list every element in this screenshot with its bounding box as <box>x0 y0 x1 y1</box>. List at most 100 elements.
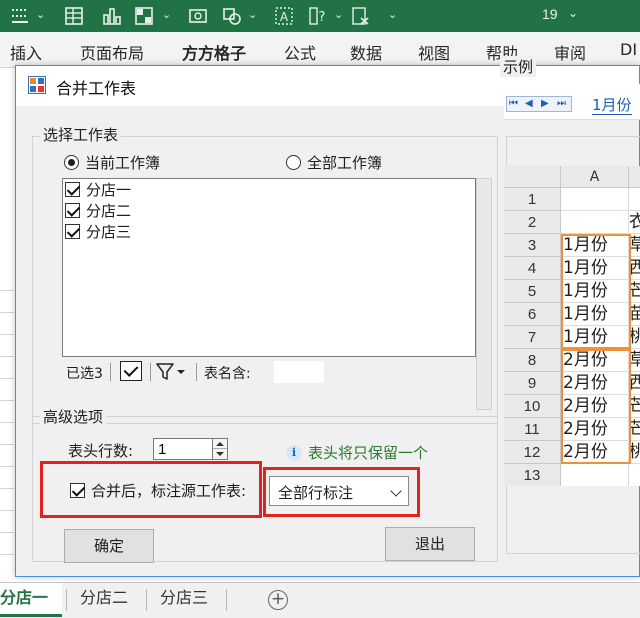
tab-page-layout[interactable]: 页面布局 <box>80 40 144 64</box>
header-info-text: 表头将只保留一个 <box>308 444 429 462</box>
sheet-checkbox[interactable] <box>65 223 80 239</box>
row-number: 8 <box>504 349 561 372</box>
example-cell-a <box>561 464 629 486</box>
shapes-icon[interactable] <box>222 6 242 26</box>
name-contains-label: 表名含: <box>204 366 251 382</box>
spin-down-icon[interactable] <box>213 449 227 459</box>
row-number: 3 <box>504 234 561 257</box>
chevron-down-icon[interactable]: ⌄ <box>162 8 171 21</box>
filter-icon[interactable] <box>154 361 188 383</box>
tab-view[interactable]: 视图 <box>418 40 450 64</box>
sheet-tab-store-3[interactable]: 分店三 <box>146 583 222 617</box>
example-sheet-nav: ⏮ ◀ ▶ ⏭ 1月份 <box>504 84 640 120</box>
svg-text:?: ? <box>319 10 326 25</box>
tab-insert[interactable]: 插入 <box>10 40 42 64</box>
grid-fill-icon[interactable] <box>134 6 154 26</box>
toolbar-separator <box>110 363 111 381</box>
example-grid: A 12衣31月份草41月份西51月份芒61月份苗71月份桃82月份草92月份西… <box>504 166 640 486</box>
bar-chart-icon[interactable] <box>102 6 122 26</box>
next-sheet-icon: ▶ <box>541 98 549 109</box>
customize-toolbar-icon[interactable]: ⌄ <box>388 8 397 21</box>
sheet-list-scrollbar[interactable] <box>476 178 492 410</box>
last-sheet-icon: ⏭ <box>557 98 566 109</box>
header-rows-stepper <box>213 438 228 460</box>
radio-current-label: 当前工作簿 <box>85 154 161 172</box>
sheet-checkbox[interactable] <box>65 181 80 197</box>
advanced-options-label: 高级选项 <box>40 406 107 427</box>
chevron-down-icon[interactable]: ⌄ <box>568 6 578 20</box>
chevron-down-icon[interactable]: ⌄ <box>248 8 257 21</box>
list-item[interactable]: 分店一 <box>65 179 131 199</box>
chevron-down-icon <box>390 485 402 497</box>
example-sheet-tab: 1月份 <box>592 96 632 115</box>
list-item[interactable]: 分店三 <box>65 221 131 241</box>
row-number: 1 <box>504 188 561 211</box>
example-cell-a <box>561 211 629 234</box>
sheet-name: 分店二 <box>86 201 132 220</box>
month-group-highlight <box>561 349 631 464</box>
table-icon[interactable] <box>64 6 84 26</box>
month-group-highlight <box>561 234 631 349</box>
mark-mode-value: 全部行标注 <box>278 484 354 502</box>
radio-all-workbooks[interactable]: 全部工作簿 <box>286 152 382 173</box>
tab-review[interactable]: 审阅 <box>554 40 586 64</box>
row-number: 7 <box>504 326 561 349</box>
svg-text:A: A <box>280 10 289 24</box>
sheet-list[interactable]: 分店一 分店二 分店三 <box>62 178 476 357</box>
row-number: 12 <box>504 441 561 464</box>
select-worksheets-label: 选择工作表 <box>40 124 122 145</box>
example-label: 示例 <box>500 56 537 77</box>
select-all-corner <box>504 166 561 188</box>
name-contains-input[interactable] <box>274 361 324 383</box>
row-number: 5 <box>504 280 561 303</box>
tab-fangfang-gezi[interactable]: 方方格子 <box>182 40 246 64</box>
mark-source-checkbox-row[interactable]: 合并后，标注源工作表: <box>70 480 246 500</box>
list-item[interactable]: 分店二 <box>65 200 131 220</box>
quick-access-number: 19 <box>542 6 558 22</box>
header-rows-input[interactable] <box>153 438 213 460</box>
chevron-down-icon[interactable]: ⌄ <box>334 8 343 21</box>
tab-formulas[interactable]: 公式 <box>284 40 316 64</box>
toolbar-separator <box>150 363 151 381</box>
radio-dot[interactable] <box>64 155 79 170</box>
prev-sheet-icon: ◀ <box>525 98 533 109</box>
radio-dot[interactable] <box>286 155 301 170</box>
example-cell-a <box>561 188 629 211</box>
spin-up-icon[interactable] <box>213 439 227 449</box>
row-number: 11 <box>504 418 561 441</box>
example-cell-b <box>629 464 640 486</box>
add-sheet-button[interactable]: + <box>268 590 288 610</box>
sheet-tab-store-1[interactable]: 分店一 <box>0 583 63 617</box>
check-all-icon[interactable] <box>120 361 142 381</box>
app-icon <box>28 76 46 94</box>
exit-button[interactable]: 退出 <box>385 527 475 561</box>
radio-current-workbook[interactable]: 当前工作簿 <box>64 152 160 173</box>
screenshot-icon[interactable] <box>188 6 208 26</box>
help-symbol-icon[interactable]: ? <box>308 6 328 26</box>
column-header <box>629 166 640 188</box>
row-number: 13 <box>504 464 561 486</box>
tab-data[interactable]: 数据 <box>350 40 382 64</box>
clear-format-icon[interactable] <box>350 6 370 26</box>
ok-button[interactable]: 确定 <box>64 529 154 563</box>
sheet-checkbox[interactable] <box>65 202 80 218</box>
info-icon: i <box>286 444 302 461</box>
column-header: A <box>561 166 629 188</box>
border-dotted-icon[interactable] <box>10 6 30 26</box>
text-box-icon[interactable]: A <box>274 6 294 26</box>
tab-developer[interactable]: DI <box>620 40 637 59</box>
chevron-down-icon[interactable]: ⌄ <box>36 8 45 21</box>
radio-all-label: 全部工作簿 <box>307 154 383 172</box>
selected-count: 已选3 <box>66 366 103 382</box>
toolbar-separator <box>196 363 197 381</box>
tab-separator <box>226 589 227 611</box>
sheet-tab-bar: 分店一 分店二 分店三 + <box>0 582 640 618</box>
sheet-list-toolbar: 已选3 表名含: <box>62 359 476 385</box>
sheet-tab-store-2[interactable]: 分店二 <box>66 583 142 617</box>
row-number: 4 <box>504 257 561 280</box>
dialog-title: 合并工作表 <box>56 79 137 98</box>
sheet-name: 分店一 <box>86 180 132 199</box>
mark-mode-dropdown[interactable]: 全部行标注 <box>269 476 409 506</box>
mark-source-label: 合并后，标注源工作表: <box>91 481 247 500</box>
mark-source-checkbox[interactable] <box>70 482 85 498</box>
